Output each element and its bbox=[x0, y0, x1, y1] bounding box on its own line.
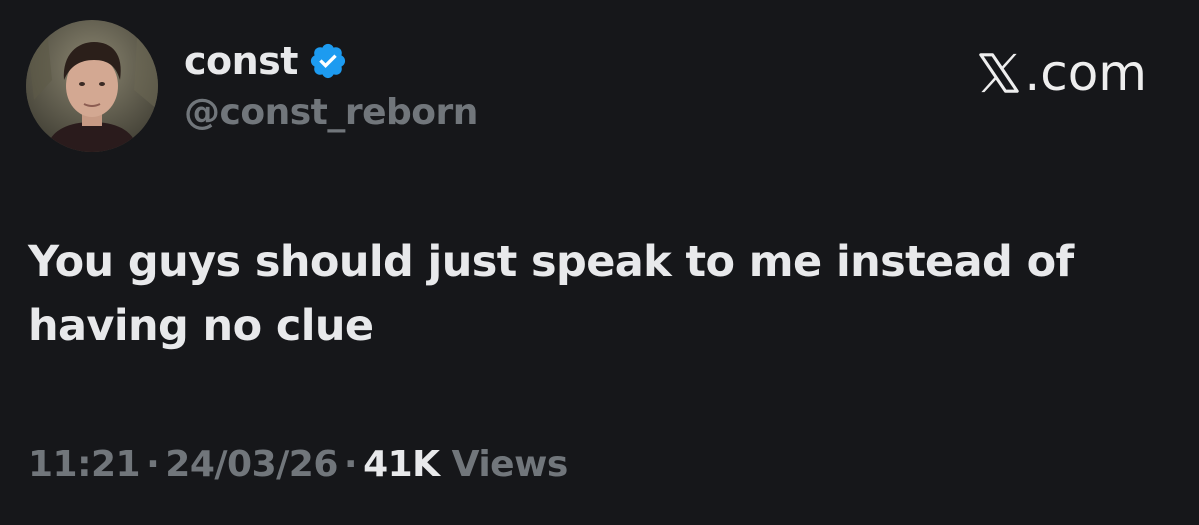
author-handle[interactable]: @const_reborn bbox=[184, 92, 478, 133]
avatar[interactable] bbox=[26, 20, 158, 152]
tweet-meta: 11:21 · 24/03/26 · 41K Views bbox=[28, 444, 568, 485]
tweet-date[interactable]: 24/03/26 bbox=[165, 444, 338, 485]
meta-separator: · bbox=[146, 444, 160, 485]
brand-label: .com bbox=[1024, 44, 1147, 102]
author-name-row[interactable]: const bbox=[184, 38, 348, 84]
tweet-time[interactable]: 11:21 bbox=[28, 444, 141, 485]
avatar-photo bbox=[26, 20, 158, 152]
meta-separator: · bbox=[343, 444, 358, 485]
views-label: Views bbox=[451, 444, 569, 485]
brand-logo: .com bbox=[976, 44, 1147, 102]
author-display-name[interactable]: const bbox=[184, 39, 298, 83]
tweet-text: You guys should just speak to me instead… bbox=[28, 237, 1074, 351]
views-count: 41K bbox=[363, 444, 440, 485]
x-logo-icon bbox=[979, 53, 1020, 93]
verified-badge-icon bbox=[310, 43, 346, 79]
